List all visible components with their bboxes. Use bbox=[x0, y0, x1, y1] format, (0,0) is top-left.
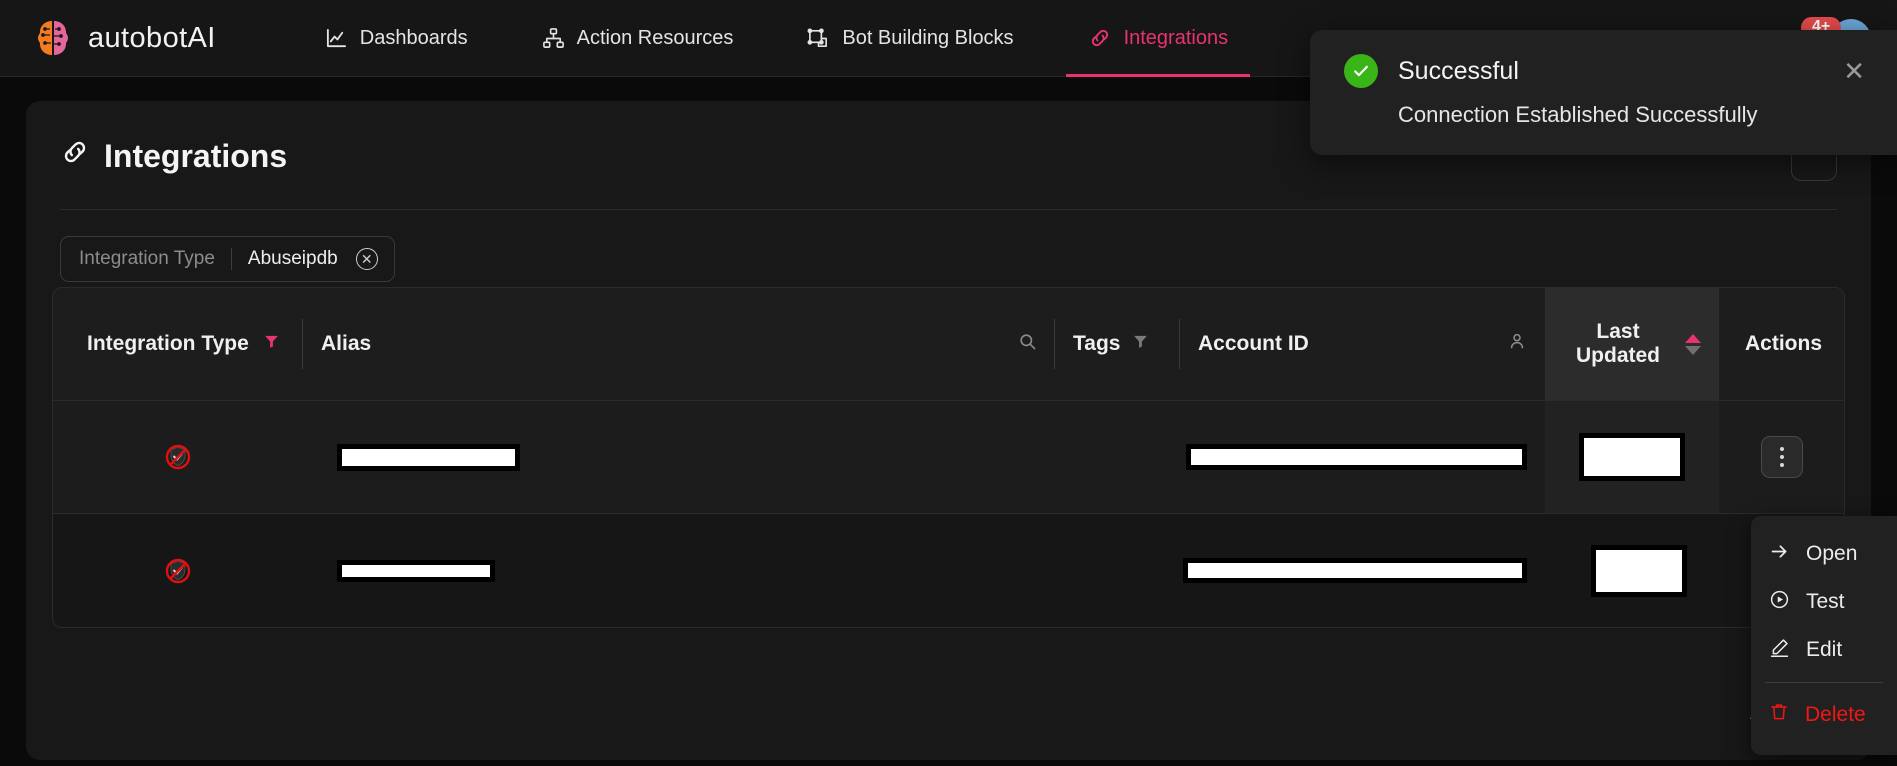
cell-account-id bbox=[1180, 514, 1545, 627]
cell-last-updated bbox=[1545, 401, 1719, 513]
row-context-menu: Open Test Edit Delete bbox=[1751, 516, 1897, 755]
context-menu-item-label: Edit bbox=[1806, 638, 1843, 661]
filter-chip-integration-type[interactable]: Integration Type Abuseipdb ✕ bbox=[60, 236, 395, 282]
arrow-right-icon bbox=[1769, 541, 1790, 568]
table-header-alias[interactable]: Alias bbox=[303, 288, 1055, 400]
account-id-redaction-block bbox=[1186, 444, 1527, 470]
context-menu-item-open[interactable]: Open bbox=[1751, 530, 1897, 578]
cell-alias bbox=[303, 514, 1055, 627]
abuseipdb-icon bbox=[164, 443, 192, 471]
alias-redaction-block bbox=[337, 559, 495, 582]
page-title-text: Integrations bbox=[104, 137, 288, 174]
integrations-panel: Integrations Integration Type Abuseipdb … bbox=[26, 101, 1871, 760]
filter-icon[interactable] bbox=[1132, 332, 1149, 356]
toast-title: Successful bbox=[1398, 56, 1519, 85]
brand[interactable]: autobotAI bbox=[32, 17, 216, 59]
context-menu-separator bbox=[1765, 682, 1883, 683]
cell-tags bbox=[1055, 401, 1180, 513]
link-chain-icon bbox=[1088, 26, 1112, 50]
kebab-menu-icon[interactable] bbox=[1760, 436, 1803, 478]
success-toast: Successful ✕ Connection Established Succ… bbox=[1310, 30, 1897, 155]
circle-x-icon[interactable]: ✕ bbox=[355, 248, 378, 270]
table-header-label: Tags bbox=[1073, 332, 1121, 355]
cell-last-updated bbox=[1545, 514, 1719, 627]
context-menu-item-test[interactable]: Test bbox=[1751, 578, 1897, 626]
cell-alias bbox=[303, 401, 1055, 513]
nav-item-dashboards[interactable]: Dashboards bbox=[303, 0, 490, 77]
nav-item-label: Action Resources bbox=[576, 26, 734, 49]
filter-chip-label: Integration Type bbox=[79, 248, 215, 269]
user-icon[interactable] bbox=[1507, 331, 1527, 357]
chart-line-icon bbox=[325, 27, 348, 50]
search-icon[interactable] bbox=[1018, 332, 1037, 357]
table-header-actions: Actions bbox=[1719, 288, 1844, 400]
pencil-icon bbox=[1769, 637, 1790, 664]
table-header-row: Integration Type Alias Tags Account ID L… bbox=[53, 288, 1844, 401]
cell-tags bbox=[1055, 514, 1180, 627]
context-menu-item-label: Open bbox=[1806, 542, 1858, 565]
sort-icon[interactable] bbox=[1685, 333, 1701, 355]
table-header-label: Alias bbox=[321, 332, 372, 355]
filter-chip-value: Abuseipdb bbox=[247, 248, 338, 269]
table-header-account-id[interactable]: Account ID bbox=[1180, 288, 1545, 400]
abuseipdb-icon bbox=[164, 557, 192, 585]
table-header-integration-type[interactable]: Integration Type bbox=[53, 288, 303, 400]
close-icon[interactable]: ✕ bbox=[1837, 56, 1871, 86]
table-row[interactable] bbox=[53, 401, 1844, 514]
sitemap-icon bbox=[542, 27, 565, 50]
play-circle-icon bbox=[1769, 589, 1790, 616]
table-header-tags[interactable]: Tags bbox=[1055, 288, 1180, 400]
nav-item-action-resources[interactable]: Action Resources bbox=[520, 0, 756, 77]
toast-header: Successful ✕ bbox=[1344, 54, 1871, 88]
table-header-last-updated[interactable]: Last Updated bbox=[1545, 288, 1719, 400]
cell-integration-type bbox=[53, 401, 303, 513]
last-updated-redaction-block bbox=[1579, 433, 1685, 481]
brand-name: autobotAI bbox=[88, 21, 216, 54]
filter-icon[interactable] bbox=[263, 332, 280, 356]
check-circle-icon bbox=[1344, 54, 1378, 88]
integrations-table: Integration Type Alias Tags Account ID L… bbox=[52, 287, 1845, 628]
nav-item-label: Bot Building Blocks bbox=[842, 26, 1014, 49]
filter-row: Integration Type Abuseipdb ✕ bbox=[26, 210, 1871, 282]
nav-links: Dashboards Action Resources Bot Building… bbox=[303, 0, 1250, 77]
account-id-redaction-block bbox=[1183, 558, 1527, 583]
context-menu-item-edit[interactable]: Edit bbox=[1751, 626, 1897, 674]
blocks-icon bbox=[807, 27, 830, 50]
nav-item-label: Dashboards bbox=[359, 26, 468, 49]
link-chain-icon bbox=[60, 137, 90, 175]
context-menu-item-label: Delete bbox=[1805, 703, 1866, 726]
cell-account-id bbox=[1180, 401, 1545, 513]
table-header-label: Integration Type bbox=[87, 332, 249, 355]
alias-redaction-block bbox=[337, 443, 520, 471]
context-menu-item-delete[interactable]: Delete bbox=[1751, 691, 1897, 739]
brain-logo-icon bbox=[32, 17, 74, 59]
last-updated-redaction-block bbox=[1591, 544, 1687, 597]
nav-item-bot-building-blocks[interactable]: Bot Building Blocks bbox=[785, 0, 1035, 77]
table-header-label: Actions bbox=[1745, 332, 1823, 355]
nav-item-label: Integrations bbox=[1123, 26, 1229, 49]
cell-integration-type bbox=[53, 514, 303, 627]
table-header-label: Account ID bbox=[1198, 332, 1309, 355]
filter-chip-separator bbox=[230, 248, 232, 270]
cell-actions bbox=[1719, 401, 1844, 513]
table-row[interactable] bbox=[53, 514, 1844, 627]
trash-icon bbox=[1769, 702, 1789, 728]
page-title: Integrations bbox=[60, 137, 287, 175]
toast-message: Connection Established Successfully bbox=[1398, 102, 1758, 127]
table-header-label: Last Updated bbox=[1576, 319, 1660, 367]
context-menu-item-label: Test bbox=[1806, 590, 1845, 613]
nav-item-integrations[interactable]: Integrations bbox=[1065, 0, 1251, 77]
